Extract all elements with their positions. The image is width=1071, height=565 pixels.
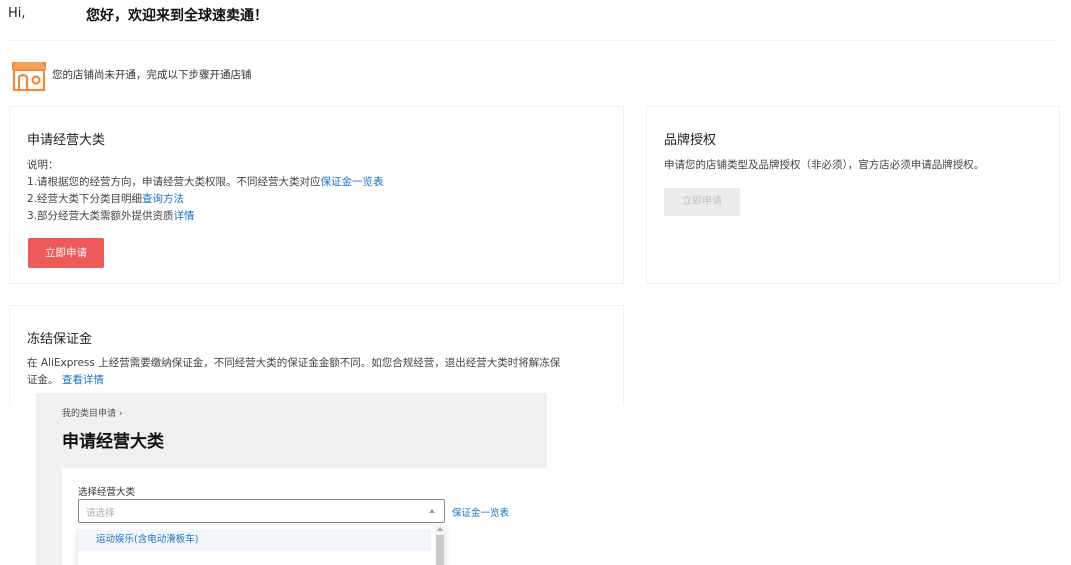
store-notice-text: 您的店铺尚未开通，完成以下步骤开通店铺 xyxy=(52,68,252,81)
desc-line-1-text: 1.请根据您的经营方向，申请经营大类权限。不同经营大类对应 xyxy=(27,176,321,188)
breadcrumb[interactable]: 我的类目申请 › xyxy=(62,406,122,419)
desc-line-2-text: 2.经营大类下分类目明细 xyxy=(27,193,143,205)
store-icon xyxy=(12,62,46,92)
brand-authorization-card: 品牌授权 申请您的店铺类型及品牌授权（非必须），官方店必须申请品牌授权。 立即申… xyxy=(646,106,1060,284)
welcome-title: 您好，欢迎来到全球速卖通！ xyxy=(86,8,268,24)
desc-line-3-text: 3.部分经营大类需额外提供资质 xyxy=(27,210,174,222)
dropdown-scrollbar[interactable] xyxy=(435,526,445,565)
deposit-desc-line-1: 在 AliExpress 上经营需要缴纳保证金，不同经营大类的保证金金额不同。如… xyxy=(27,357,561,369)
view-details-link[interactable]: 查看详情 xyxy=(62,374,104,386)
category-select[interactable]: 请选择 xyxy=(78,499,445,523)
embedded-apply-page-screenshot: 我的类目申请 › 申请经营大类 选择经营大类 请选择 保证金一览表 运动娱乐(含… xyxy=(36,393,547,565)
category-field-label: 选择经营大类 xyxy=(78,487,136,498)
deposit-desc-line-2-text: 证金。 xyxy=(27,374,59,386)
store-notice: 您的店铺尚未开通，完成以下步骤开通店铺 xyxy=(10,56,252,92)
brand-card-title: 品牌授权 xyxy=(664,133,717,148)
apply-category-card: 申请经营大类 说明： 1.请根据您的经营方向，申请经营大类权限。不同经营大类对应… xyxy=(9,106,624,284)
brand-apply-button-disabled[interactable]: 立即申请 xyxy=(664,188,740,216)
deposit-card-title: 冻结保证金 xyxy=(27,332,93,347)
chevron-up-icon xyxy=(429,509,435,513)
desc-line-3: 3.部分经营大类需额外提供资质详情 xyxy=(27,208,384,225)
deposit-list-link[interactable]: 保证金一览表 xyxy=(321,176,384,188)
greeting-text: Hi, xyxy=(8,6,26,21)
dropdown-option[interactable]: 运动娱乐(含电动滑板车) xyxy=(78,529,431,551)
apply-now-button[interactable]: 立即申请 xyxy=(28,238,104,268)
embedded-form-panel: 选择经营大类 请选择 保证金一览表 运动娱乐(含电动滑板车) xyxy=(62,468,547,565)
query-method-link[interactable]: 查询方法 xyxy=(142,193,184,205)
brand-card-description: 申请您的店铺类型及品牌授权（非必须），官方店必须申请品牌授权。 xyxy=(664,159,985,171)
embedded-page-title: 申请经营大类 xyxy=(62,432,164,452)
scroll-thumb[interactable] xyxy=(436,535,444,565)
apply-card-title: 申请经营大类 xyxy=(27,133,106,148)
deposit-desc-line-2: 证金。 查看详情 xyxy=(27,372,617,389)
scroll-up-icon[interactable] xyxy=(437,527,443,531)
apply-card-description: 说明： 1.请根据您的经营方向，申请经营大类权限。不同经营大类对应保证金一览表 … xyxy=(27,157,384,225)
desc-line-2: 2.经营大类下分类目明细查询方法 xyxy=(27,191,384,208)
deposit-card-description: 在 AliExpress 上经营需要缴纳保证金，不同经营大类的保证金金额不同。如… xyxy=(27,355,617,389)
frozen-deposit-card: 冻结保证金 在 AliExpress 上经营需要缴纳保证金，不同经营大类的保证金… xyxy=(9,305,624,405)
deposit-list-link-small[interactable]: 保证金一览表 xyxy=(452,505,509,519)
desc-line-1: 1.请根据您的经营方向，申请经营大类权限。不同经营大类对应保证金一览表 xyxy=(27,174,384,191)
category-select-placeholder: 请选择 xyxy=(86,508,115,519)
category-dropdown: 运动娱乐(含电动滑板车) xyxy=(78,526,445,565)
header-divider xyxy=(8,40,1058,41)
desc-heading: 说明： xyxy=(27,159,59,171)
details-link[interactable]: 详情 xyxy=(174,210,195,222)
